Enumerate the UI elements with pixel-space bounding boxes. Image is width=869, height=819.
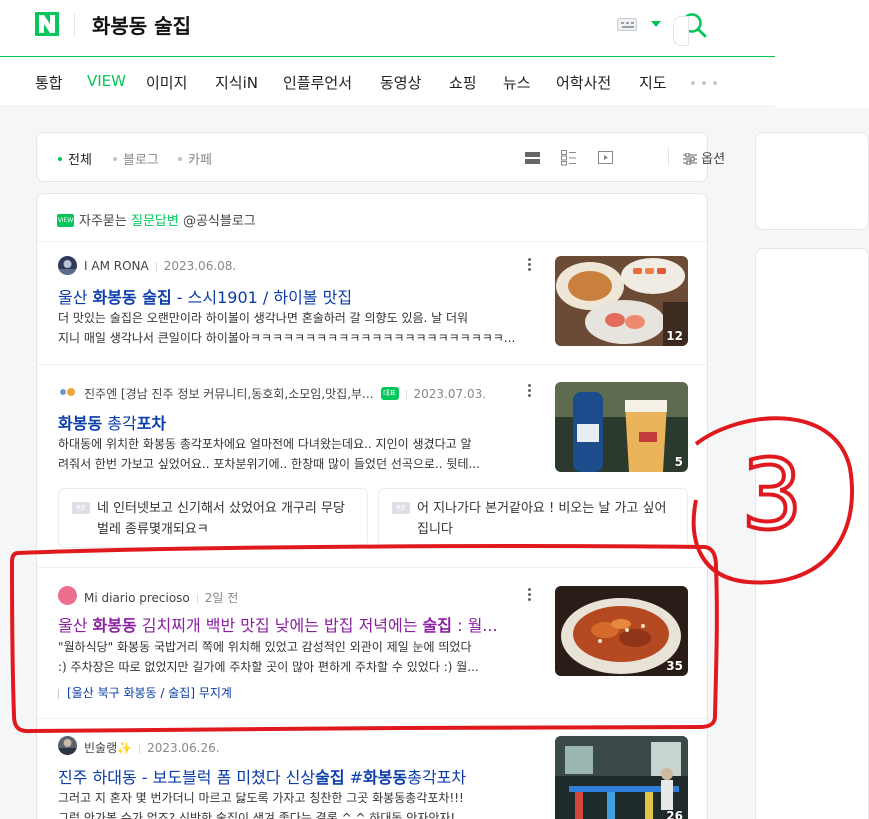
chevron-down-icon[interactable]	[651, 21, 661, 27]
avatar[interactable]	[58, 586, 77, 605]
tab-integrated[interactable]: 통합	[35, 72, 63, 93]
naver-logo[interactable]	[35, 12, 59, 36]
thumbnail-list-icon[interactable]	[560, 149, 577, 166]
video-view-icon[interactable]	[597, 149, 614, 166]
avatar[interactable]	[58, 736, 77, 755]
reply-card[interactable]: RE 어 지나가다 본거같아요 ! 비오는 날 가고 싶어집니다	[378, 488, 688, 548]
author-name[interactable]: I AM RONA	[84, 259, 149, 273]
filter-all[interactable]: 전체	[58, 149, 92, 168]
result-description: 더 맛있는 술집은 오랜만이라 하이볼이 생각나면 혼술하러 갈 의향도 있음.…	[58, 311, 516, 345]
divider	[37, 718, 707, 719]
result-thumbnail[interactable]: 12	[555, 256, 688, 346]
more-options-icon[interactable]	[528, 588, 532, 602]
sidebar-panel	[755, 132, 869, 230]
result-thumbnail[interactable]: 5	[555, 382, 688, 472]
author-info: I AM RONA 2023.06.08.	[84, 259, 236, 273]
tab-news[interactable]: 뉴스	[503, 72, 531, 93]
result-description: "월하식당" 화봉동 국밥거리 쪽에 위치해 있었고 감성적인 외관이 제일 눈…	[58, 640, 479, 674]
filter-divider	[668, 148, 669, 166]
re-tag: RE	[72, 502, 90, 514]
result-title[interactable]: 울산 화봉동 술집 - 스시1901 / 하이볼 맛집	[58, 284, 528, 308]
header-divider	[74, 14, 75, 36]
result-title[interactable]: 울산 화봉동 김치찌개 백반 맛집 낮에는 밥집 저녁에는 술집 : 월...	[58, 612, 528, 636]
sidebar-panel	[755, 248, 869, 819]
author-name[interactable]: Mi diario precioso	[84, 591, 190, 605]
author-info: 진주엔 [경남 진주 정보 커뮤니티,동호회,소모임,맛집,부... 대표 2023…	[84, 385, 524, 402]
search-tabs: 통합 VIEW 이미지 지식iN 인플루언서 동영상 쇼핑 뉴스 어학사전 지도	[0, 57, 775, 107]
filter-bar: 전체 블로그 카페 옵션	[36, 132, 725, 182]
result-title[interactable]: 진주 하대동 - 보도블럭 폼 미쳤다 신상술집 #화봉동총각포차	[58, 764, 528, 788]
image-count: 26	[666, 809, 683, 819]
result-description: 그러고 지 혼자 몇 번가더니 마르고 닳도록 가자고 칭찬한 그곳 화봉동총각…	[58, 791, 464, 819]
options-sliders-icon	[683, 152, 697, 165]
image-count: 35	[666, 659, 683, 673]
tab-knowledge[interactable]: 지식iN	[215, 72, 258, 93]
divider	[37, 241, 707, 242]
post-date: 2023.06.08.	[163, 259, 237, 273]
tab-shopping[interactable]: 쇼핑	[449, 72, 477, 93]
reply-carousel: RE 네 인터넷보고 신기해서 샀었어요 개구리 무당벌레 종류몇개되요ㅋ RE…	[37, 488, 707, 548]
author-info: Mi diario precioso 2일 전	[84, 589, 238, 606]
qa-header[interactable]: VIEW 자주묻는 질문답변 @공식블로그	[57, 210, 256, 229]
filter-blog[interactable]: 블로그	[113, 149, 159, 168]
re-tag: RE	[392, 502, 410, 514]
more-tabs-icon[interactable]	[691, 81, 717, 85]
image-count: 12	[666, 329, 683, 343]
view-badge-icon: VIEW	[57, 214, 74, 227]
cafe-badge: 대표	[380, 387, 399, 400]
more-options-icon[interactable]	[528, 384, 532, 398]
search-query[interactable]: 화봉동 술집	[92, 10, 191, 39]
author-name[interactable]: 빈술랭✨	[84, 741, 132, 755]
post-date: 2023.06.26.	[147, 741, 220, 755]
result-description: 하대동에 위치한 화봉동 총각포차에요 얼마전에 다녀왔는데요.. 지인이 생겼…	[58, 437, 480, 471]
avatar[interactable]	[58, 382, 77, 401]
result-thumbnail[interactable]: 35	[555, 586, 688, 676]
author-info: 빈술랭✨ 2023.06.26.	[84, 739, 220, 756]
page: 화봉동 술집 통합 VIEW 이미지 지식iN 인플루언서 동영상 쇼핑 뉴스 …	[0, 0, 869, 819]
reply-card[interactable]: RE 네 인터넷보고 신기해서 샀었어요 개구리 무당벌레 종류몇개되요ㅋ	[58, 488, 368, 548]
result-title[interactable]: 화봉동 총각포차	[58, 410, 528, 434]
options-button[interactable]: 옵션	[683, 148, 725, 167]
more-options-icon[interactable]	[528, 258, 532, 272]
tab-map[interactable]: 지도	[639, 72, 667, 93]
results-card: VIEW 자주묻는 질문답변 @공식블로그 I AM RONA 2023.06.08…	[36, 193, 708, 819]
tab-influencer[interactable]: 인플루언서	[283, 72, 352, 93]
avatar[interactable]	[58, 256, 77, 275]
post-date: 2일 전	[204, 591, 239, 605]
result-thumbnail[interactable]: 26	[555, 736, 688, 819]
header: 화봉동 술집	[0, 0, 775, 57]
author-name[interactable]: 진주엔 [경남 진주 정보 커뮤니티,동호회,소모임,맛집,부...	[84, 387, 374, 401]
divider	[37, 567, 707, 568]
keyboard-icon[interactable]	[617, 18, 637, 31]
list-view-icon[interactable]	[524, 149, 541, 166]
image-count: 5	[674, 455, 683, 469]
reply-next-button[interactable]	[673, 16, 689, 46]
tab-view[interactable]: VIEW	[87, 72, 126, 90]
tab-image[interactable]: 이미지	[146, 72, 187, 93]
filter-cafe[interactable]: 카페	[178, 149, 212, 168]
divider	[37, 364, 707, 365]
post-date: 2023.07.03.	[413, 387, 487, 401]
tab-dictionary[interactable]: 어학사전	[556, 72, 611, 93]
right-sidebar	[755, 108, 869, 819]
blog-category-link[interactable]: [울산 북구 화봉동 / 술집] 무지계	[58, 684, 232, 701]
tab-video[interactable]: 동영상	[380, 72, 421, 93]
